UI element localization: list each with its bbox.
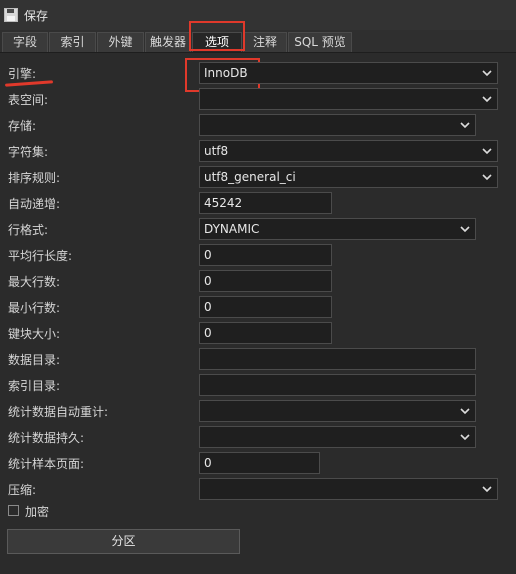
row-format-label: 行格式: — [8, 223, 49, 237]
compression-label: 压缩: — [8, 483, 37, 497]
avg-row-length-value: 0 — [204, 248, 212, 262]
chevron-down-icon — [482, 70, 492, 77]
encryption-checkbox[interactable] — [8, 505, 19, 516]
stats-persistent-select[interactable] — [199, 426, 476, 448]
collation-select[interactable]: utf8_general_ci — [199, 166, 498, 188]
tab-indexes[interactable]: 索引 — [49, 32, 96, 52]
max-rows-label: 最大行数: — [8, 275, 61, 289]
stats-sample-pages-field[interactable]: 0 — [199, 452, 320, 474]
storage-label: 存储: — [8, 119, 37, 133]
charset-label: 字符集: — [8, 145, 49, 159]
tab-bar: 字段 索引 外键 触发器 选项 注释 SQL 预览 — [0, 30, 516, 53]
auto-increment-label: 自动递增: — [8, 197, 61, 211]
min-rows-value: 0 — [204, 300, 212, 314]
row-format-value: DYNAMIC — [204, 222, 260, 236]
partition-button[interactable]: 分区 — [7, 529, 240, 554]
chevron-down-icon — [460, 408, 470, 415]
engine-label: 引擎: — [8, 67, 37, 81]
chevron-down-icon — [482, 174, 492, 181]
index-directory-field[interactable] — [199, 374, 476, 396]
key-block-size-value: 0 — [204, 326, 212, 340]
compression-select[interactable] — [199, 478, 498, 500]
storage-select[interactable] — [199, 114, 476, 136]
tablespace-label: 表空间: — [8, 93, 49, 107]
data-directory-label: 数据目录: — [8, 353, 61, 367]
tab-options[interactable]: 选项 — [192, 32, 242, 52]
charset-value: utf8 — [204, 144, 229, 158]
save-icon — [4, 8, 18, 22]
avg-row-length-label: 平均行长度: — [8, 249, 73, 263]
chevron-down-icon — [482, 148, 492, 155]
tab-fields[interactable]: 字段 — [2, 32, 48, 52]
toolbar: 保存 — [0, 0, 516, 30]
stats-auto-recalc-select[interactable] — [199, 400, 476, 422]
min-rows-label: 最小行数: — [8, 301, 61, 315]
auto-increment-value: 45242 — [204, 196, 243, 210]
charset-select[interactable]: utf8 — [199, 140, 498, 162]
engine-select[interactable]: InnoDB — [199, 62, 498, 84]
save-button[interactable]: 保存 — [4, 5, 48, 25]
chevron-down-icon — [460, 434, 470, 441]
chevron-down-icon — [482, 96, 492, 103]
max-rows-value: 0 — [204, 274, 212, 288]
min-rows-field[interactable]: 0 — [199, 296, 332, 318]
max-rows-field[interactable]: 0 — [199, 270, 332, 292]
avg-row-length-field[interactable]: 0 — [199, 244, 332, 266]
key-block-size-field[interactable]: 0 — [199, 322, 332, 344]
tablespace-select[interactable] — [199, 88, 498, 110]
collation-value: utf8_general_ci — [204, 170, 296, 184]
save-label: 保存 — [24, 8, 49, 23]
encryption-label: 加密 — [25, 505, 50, 519]
chevron-down-icon — [482, 486, 492, 493]
tab-comment[interactable]: 注释 — [243, 32, 287, 52]
stats-persistent-label: 统计数据持久: — [8, 431, 85, 445]
key-block-size-label: 键块大小: — [8, 327, 61, 341]
collation-label: 排序规则: — [8, 171, 61, 185]
data-directory-field[interactable] — [199, 348, 476, 370]
auto-increment-field[interactable]: 45242 — [199, 192, 332, 214]
stats-sample-pages-value: 0 — [204, 456, 212, 470]
chevron-down-icon — [460, 122, 470, 129]
tab-triggers[interactable]: 触发器 — [145, 32, 191, 52]
index-directory-label: 索引目录: — [8, 379, 61, 393]
stats-sample-pages-label: 统计样本页面: — [8, 457, 85, 471]
row-format-select[interactable]: DYNAMIC — [199, 218, 476, 240]
stats-auto-recalc-label: 统计数据自动重计: — [8, 405, 109, 419]
chevron-down-icon — [460, 226, 470, 233]
tab-sql-preview[interactable]: SQL 预览 — [288, 32, 352, 52]
tab-foreign-keys[interactable]: 外键 — [97, 32, 144, 52]
engine-value: InnoDB — [204, 66, 248, 80]
